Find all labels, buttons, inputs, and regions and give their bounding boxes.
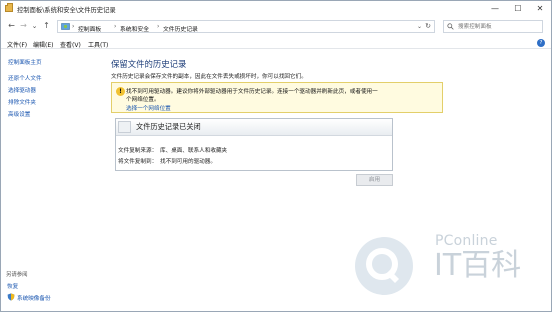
watermark-brand-top: PConline [435,233,498,249]
address-dropdown-icon[interactable]: ⌄ [417,23,422,30]
magnifier-icon [366,248,399,283]
folder-icon [5,3,13,12]
window-title: 控制面板\系统和安全\文件历史记录 [17,7,116,14]
navigation-bar: ← → ⌄ ↑ › 控制面板 › 系统和安全 › 文件历史记录 ⌄ ↻ [1,18,551,35]
drive-thumbnail-icon [118,121,131,133]
maximize-button[interactable]: ☐ [507,1,529,17]
minimize-button[interactable]: — [484,1,506,17]
sidebar-link-exclude-folders[interactable]: 排除文件夹 [8,98,36,106]
warning-icon: ! [116,87,125,96]
menu-tools[interactable]: 工具(T) [88,40,108,49]
sidebar-link-advanced-settings[interactable]: 高级设置 [8,110,30,118]
menu-file[interactable]: 文件(F) [7,40,27,49]
shield-icon [7,293,15,301]
breadcrumb-separator: › [114,23,117,30]
search-input[interactable] [458,22,540,32]
warning-text-line1: 找不到可用驱动器。建议你将外部驱动器用于文件历史记录。连接一个驱动器并刷新此页，… [126,89,378,95]
page-title: 保留文件的历史记录 [111,59,187,69]
address-bar[interactable]: › 控制面板 › 系统和安全 › 文件历史记录 ⌄ ↻ [57,20,435,33]
copy-to-value: 找不到可用的驱动器。 [160,159,216,165]
breadcrumb-separator: › [72,23,75,30]
refresh-icon[interactable]: ↻ [425,22,431,30]
up-button[interactable]: ↑ [41,21,52,32]
close-button[interactable]: ✕ [529,1,551,17]
select-network-location-link[interactable]: 选择一个网络位置 [126,104,171,112]
search-icon [447,23,454,30]
control-panel-icon [61,23,70,30]
page-description: 文件历史记录会保存文件的副本，因此在文件丢失或损坏时，你可以找回它们。 [111,74,307,80]
warning-text-line2: 个网络位置。 [126,97,160,103]
breadcrumb-system-security[interactable]: 系统和安全 [120,24,149,33]
status-header: 文件历史记录已关闭 [116,119,392,136]
menu-bar: 文件(F) 编辑(E) 查看(V) 工具(T) ? [1,38,551,49]
watermark-logo-icon [355,237,413,295]
see-also-heading: 另请参阅 [6,272,28,278]
breadcrumb-separator: › [157,23,160,30]
sidebar-link-restore-files[interactable]: 还原个人文件 [8,74,42,82]
breadcrumb-file-history[interactable]: 文件历史记录 [163,24,198,33]
menu-edit[interactable]: 编辑(E) [33,40,53,49]
warning-banner: ! 找不到可用驱动器。建议你将外部驱动器用于文件历史记录。连接一个驱动器并刷新此… [111,82,443,113]
status-title: 文件历史记录已关闭 [136,122,201,131]
sidebar: 控制面板主页 还原个人文件 选择驱动器 排除文件夹 高级设置 另请参阅 恢复 系… [1,49,101,311]
watermark-brand-main: IT百科 [434,248,522,283]
copy-from-value: 库、桌面、联系人和收藏夹 [160,148,228,154]
sidebar-link-recovery[interactable]: 恢复 [7,282,18,290]
status-panel: 文件历史记录已关闭 文件复制来源： 库、桌面、联系人和收藏夹 将文件复制到： 找… [115,118,393,171]
help-icon[interactable]: ? [537,39,545,47]
file-history-window: 控制面板\系统和安全\文件历史记录 — ☐ ✕ ← → ⌄ ↑ › 控制面板 ›… [0,0,552,312]
sidebar-link-control-panel-home[interactable]: 控制面板主页 [8,58,42,66]
forward-button[interactable]: → [18,21,29,32]
copy-from-label: 文件复制来源： [118,148,158,154]
enable-button[interactable]: 启用 [356,174,393,186]
search-box[interactable] [443,20,543,33]
title-bar: 控制面板\系统和安全\文件历史记录 — ☐ ✕ [1,1,551,17]
recent-locations-button[interactable]: ⌄ [29,21,40,32]
sidebar-link-select-drive[interactable]: 选择驱动器 [8,86,36,94]
sidebar-link-system-image-backup[interactable]: 系统映像备份 [17,294,51,302]
back-button[interactable]: ← [6,21,17,32]
breadcrumb-control-panel[interactable]: 控制面板 [78,24,101,33]
copy-to-label: 将文件复制到： [118,159,158,165]
menu-view[interactable]: 查看(V) [60,40,81,49]
